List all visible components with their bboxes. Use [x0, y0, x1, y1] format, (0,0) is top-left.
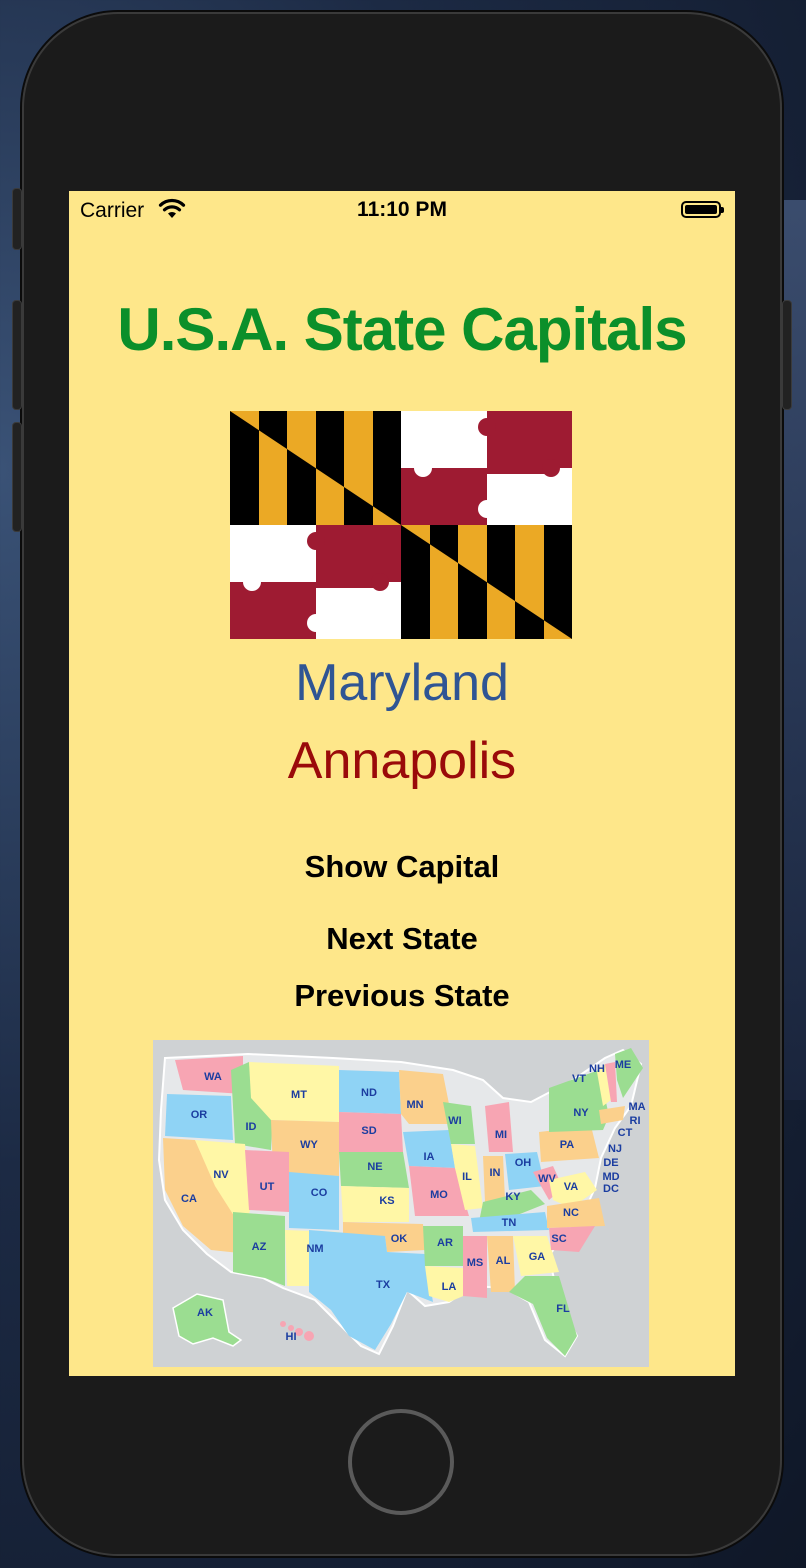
- show-capital-button[interactable]: Show Capital: [69, 849, 735, 885]
- map-label-hi: HI: [286, 1331, 297, 1343]
- home-button[interactable]: [348, 1409, 454, 1515]
- map-label-mi: MI: [495, 1129, 507, 1141]
- map-label-ri: RI: [630, 1115, 641, 1127]
- map-label-nj: NJ: [608, 1143, 622, 1155]
- map-label-ny: NY: [573, 1107, 589, 1119]
- map-label-de: DE: [603, 1157, 618, 1169]
- us-map-image: WA OR CA ID NV MT WY UT AZ CO NM ND SD NE KS OK TX MN IA MO…: [153, 1040, 649, 1367]
- map-label-ar: AR: [437, 1237, 453, 1249]
- next-state-button[interactable]: Next State: [69, 921, 735, 957]
- map-label-ne: NE: [367, 1161, 382, 1173]
- map-label-dc: DC: [603, 1183, 619, 1195]
- map-label-sc: SC: [551, 1233, 566, 1245]
- battery-icon: [681, 201, 724, 218]
- app-title: U.S.A. State Capitals: [117, 296, 687, 363]
- map-label-ma: MA: [628, 1101, 645, 1113]
- map-label-mt: MT: [291, 1089, 307, 1101]
- map-label-nm: NM: [306, 1243, 323, 1255]
- map-label-ca: CA: [181, 1193, 197, 1205]
- map-label-mo: MO: [430, 1189, 448, 1201]
- map-label-co: CO: [311, 1187, 328, 1199]
- map-label-nh: NH: [589, 1063, 605, 1075]
- mute-switch: [12, 188, 22, 250]
- capital-name: Annapolis: [287, 732, 517, 790]
- app-screen: Carrier 11:10 PM U.S.A. State Capitals M…: [69, 191, 735, 1376]
- map-label-oh: OH: [515, 1157, 532, 1169]
- map-label-tn: TN: [502, 1217, 517, 1229]
- map-label-ut: UT: [260, 1181, 275, 1193]
- map-label-ms: MS: [467, 1257, 484, 1269]
- map-label-la: LA: [442, 1281, 457, 1293]
- map-label-al: AL: [496, 1255, 511, 1267]
- map-label-sd: SD: [361, 1125, 376, 1137]
- map-label-in: IN: [490, 1167, 501, 1179]
- map-label-ak: AK: [197, 1307, 213, 1319]
- map-label-pa: PA: [560, 1139, 575, 1151]
- map-label-tx: TX: [376, 1279, 391, 1291]
- map-label-nv: NV: [213, 1169, 229, 1181]
- map-label-or: OR: [191, 1109, 208, 1121]
- map-label-ga: GA: [529, 1251, 546, 1263]
- us-map-graphic: WA OR CA ID NV MT WY UT AZ CO NM ND SD NE KS OK TX MN IA MO…: [157, 1048, 646, 1358]
- map-label-ia: IA: [424, 1151, 435, 1163]
- status-time: 11:10 PM: [357, 198, 447, 221]
- state-name: Maryland: [295, 654, 509, 712]
- map-label-vt: VT: [572, 1073, 586, 1085]
- previous-state-button[interactable]: Previous State: [69, 978, 735, 1014]
- map-label-az: AZ: [252, 1241, 267, 1253]
- volume-down-button: [12, 422, 22, 532]
- map-label-md: MD: [602, 1171, 619, 1183]
- status-bar: Carrier 11:10 PM: [69, 191, 735, 229]
- map-label-mn: MN: [406, 1099, 423, 1111]
- map-label-ky: KY: [505, 1191, 521, 1203]
- map-label-wv: WV: [538, 1173, 556, 1185]
- power-button: [782, 300, 792, 410]
- map-label-nc: NC: [563, 1207, 579, 1219]
- map-label-me: ME: [615, 1059, 632, 1071]
- map-label-il: IL: [462, 1171, 472, 1183]
- maryland-flag-image: [230, 411, 572, 639]
- map-label-wa: WA: [204, 1071, 222, 1083]
- map-label-ks: KS: [379, 1195, 394, 1207]
- map-label-fl: FL: [556, 1303, 570, 1315]
- map-label-nd: ND: [361, 1087, 377, 1099]
- map-label-va: VA: [564, 1181, 579, 1193]
- map-label-ct: CT: [618, 1127, 633, 1139]
- map-label-id: ID: [246, 1121, 257, 1133]
- map-label-wi: WI: [448, 1115, 461, 1127]
- volume-up-button: [12, 300, 22, 410]
- map-label-ok: OK: [391, 1233, 408, 1245]
- map-label-wy: WY: [300, 1139, 318, 1151]
